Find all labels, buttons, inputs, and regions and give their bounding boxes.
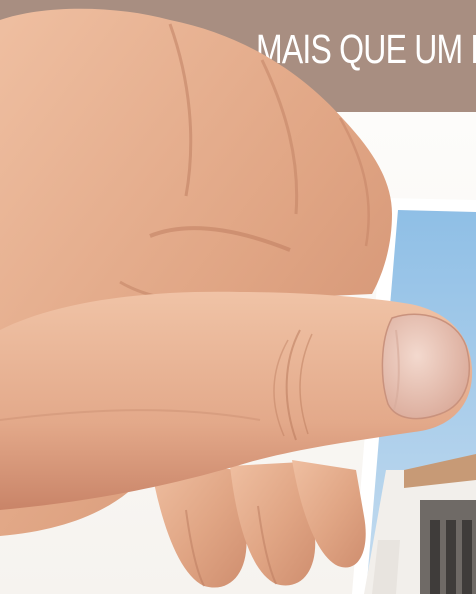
hand-holding-photo xyxy=(0,8,476,594)
ad-canvas: MAIS QUE UM BA xyxy=(0,0,476,594)
